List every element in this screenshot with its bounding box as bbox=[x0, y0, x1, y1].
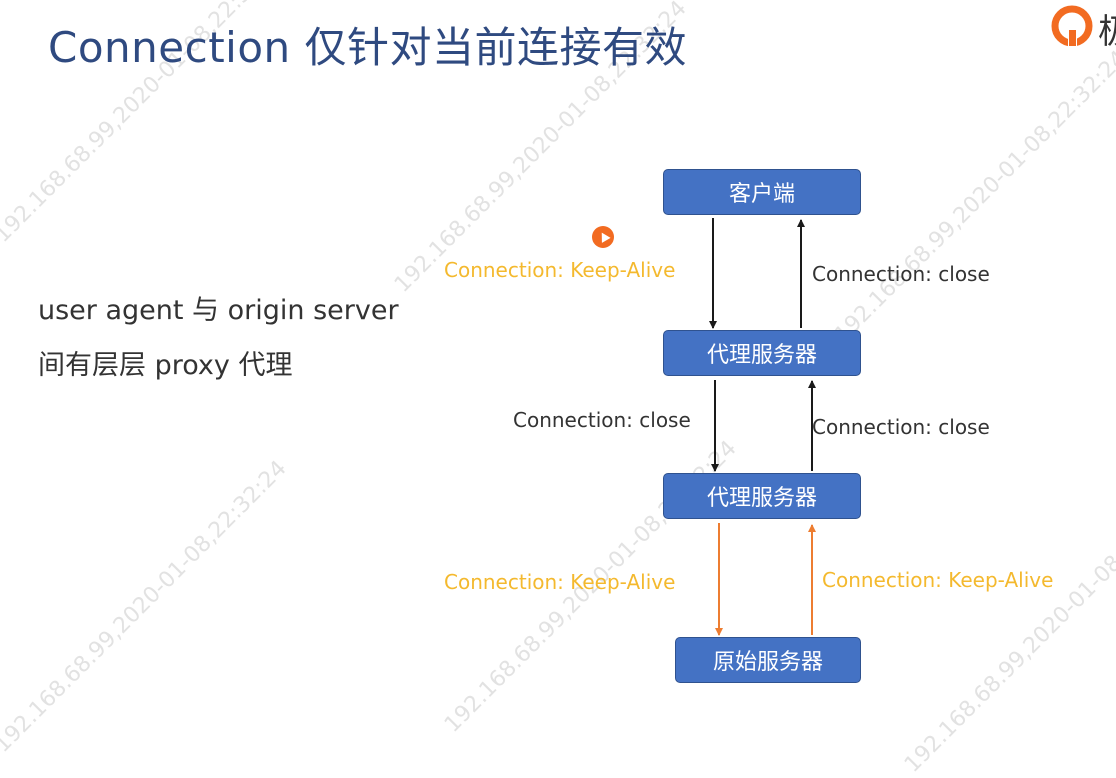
label-proxy1-to-proxy2: Connection: close bbox=[513, 408, 691, 432]
label-proxy2-to-origin: Connection: Keep-Alive bbox=[444, 570, 676, 594]
node-proxy-2-label: 代理服务器 bbox=[706, 486, 817, 511]
node-client-label: 客户端 bbox=[728, 182, 795, 207]
node-origin-server: 原始服务器 bbox=[675, 637, 861, 683]
label-proxy2-to-proxy1: Connection: close bbox=[812, 415, 990, 439]
label-client-to-proxy1: Connection: Keep-Alive bbox=[444, 258, 676, 282]
node-proxy-2: 代理服务器 bbox=[663, 473, 861, 519]
flow-arrows bbox=[709, 218, 816, 636]
node-proxy-1-label: 代理服务器 bbox=[706, 343, 817, 368]
node-client: 客户端 bbox=[663, 169, 861, 215]
label-origin-to-proxy2: Connection: Keep-Alive bbox=[822, 568, 1054, 592]
node-proxy-1: 代理服务器 bbox=[663, 330, 861, 376]
label-proxy1-to-client: Connection: close bbox=[812, 262, 990, 286]
node-origin-server-label: 原始服务器 bbox=[712, 650, 823, 675]
